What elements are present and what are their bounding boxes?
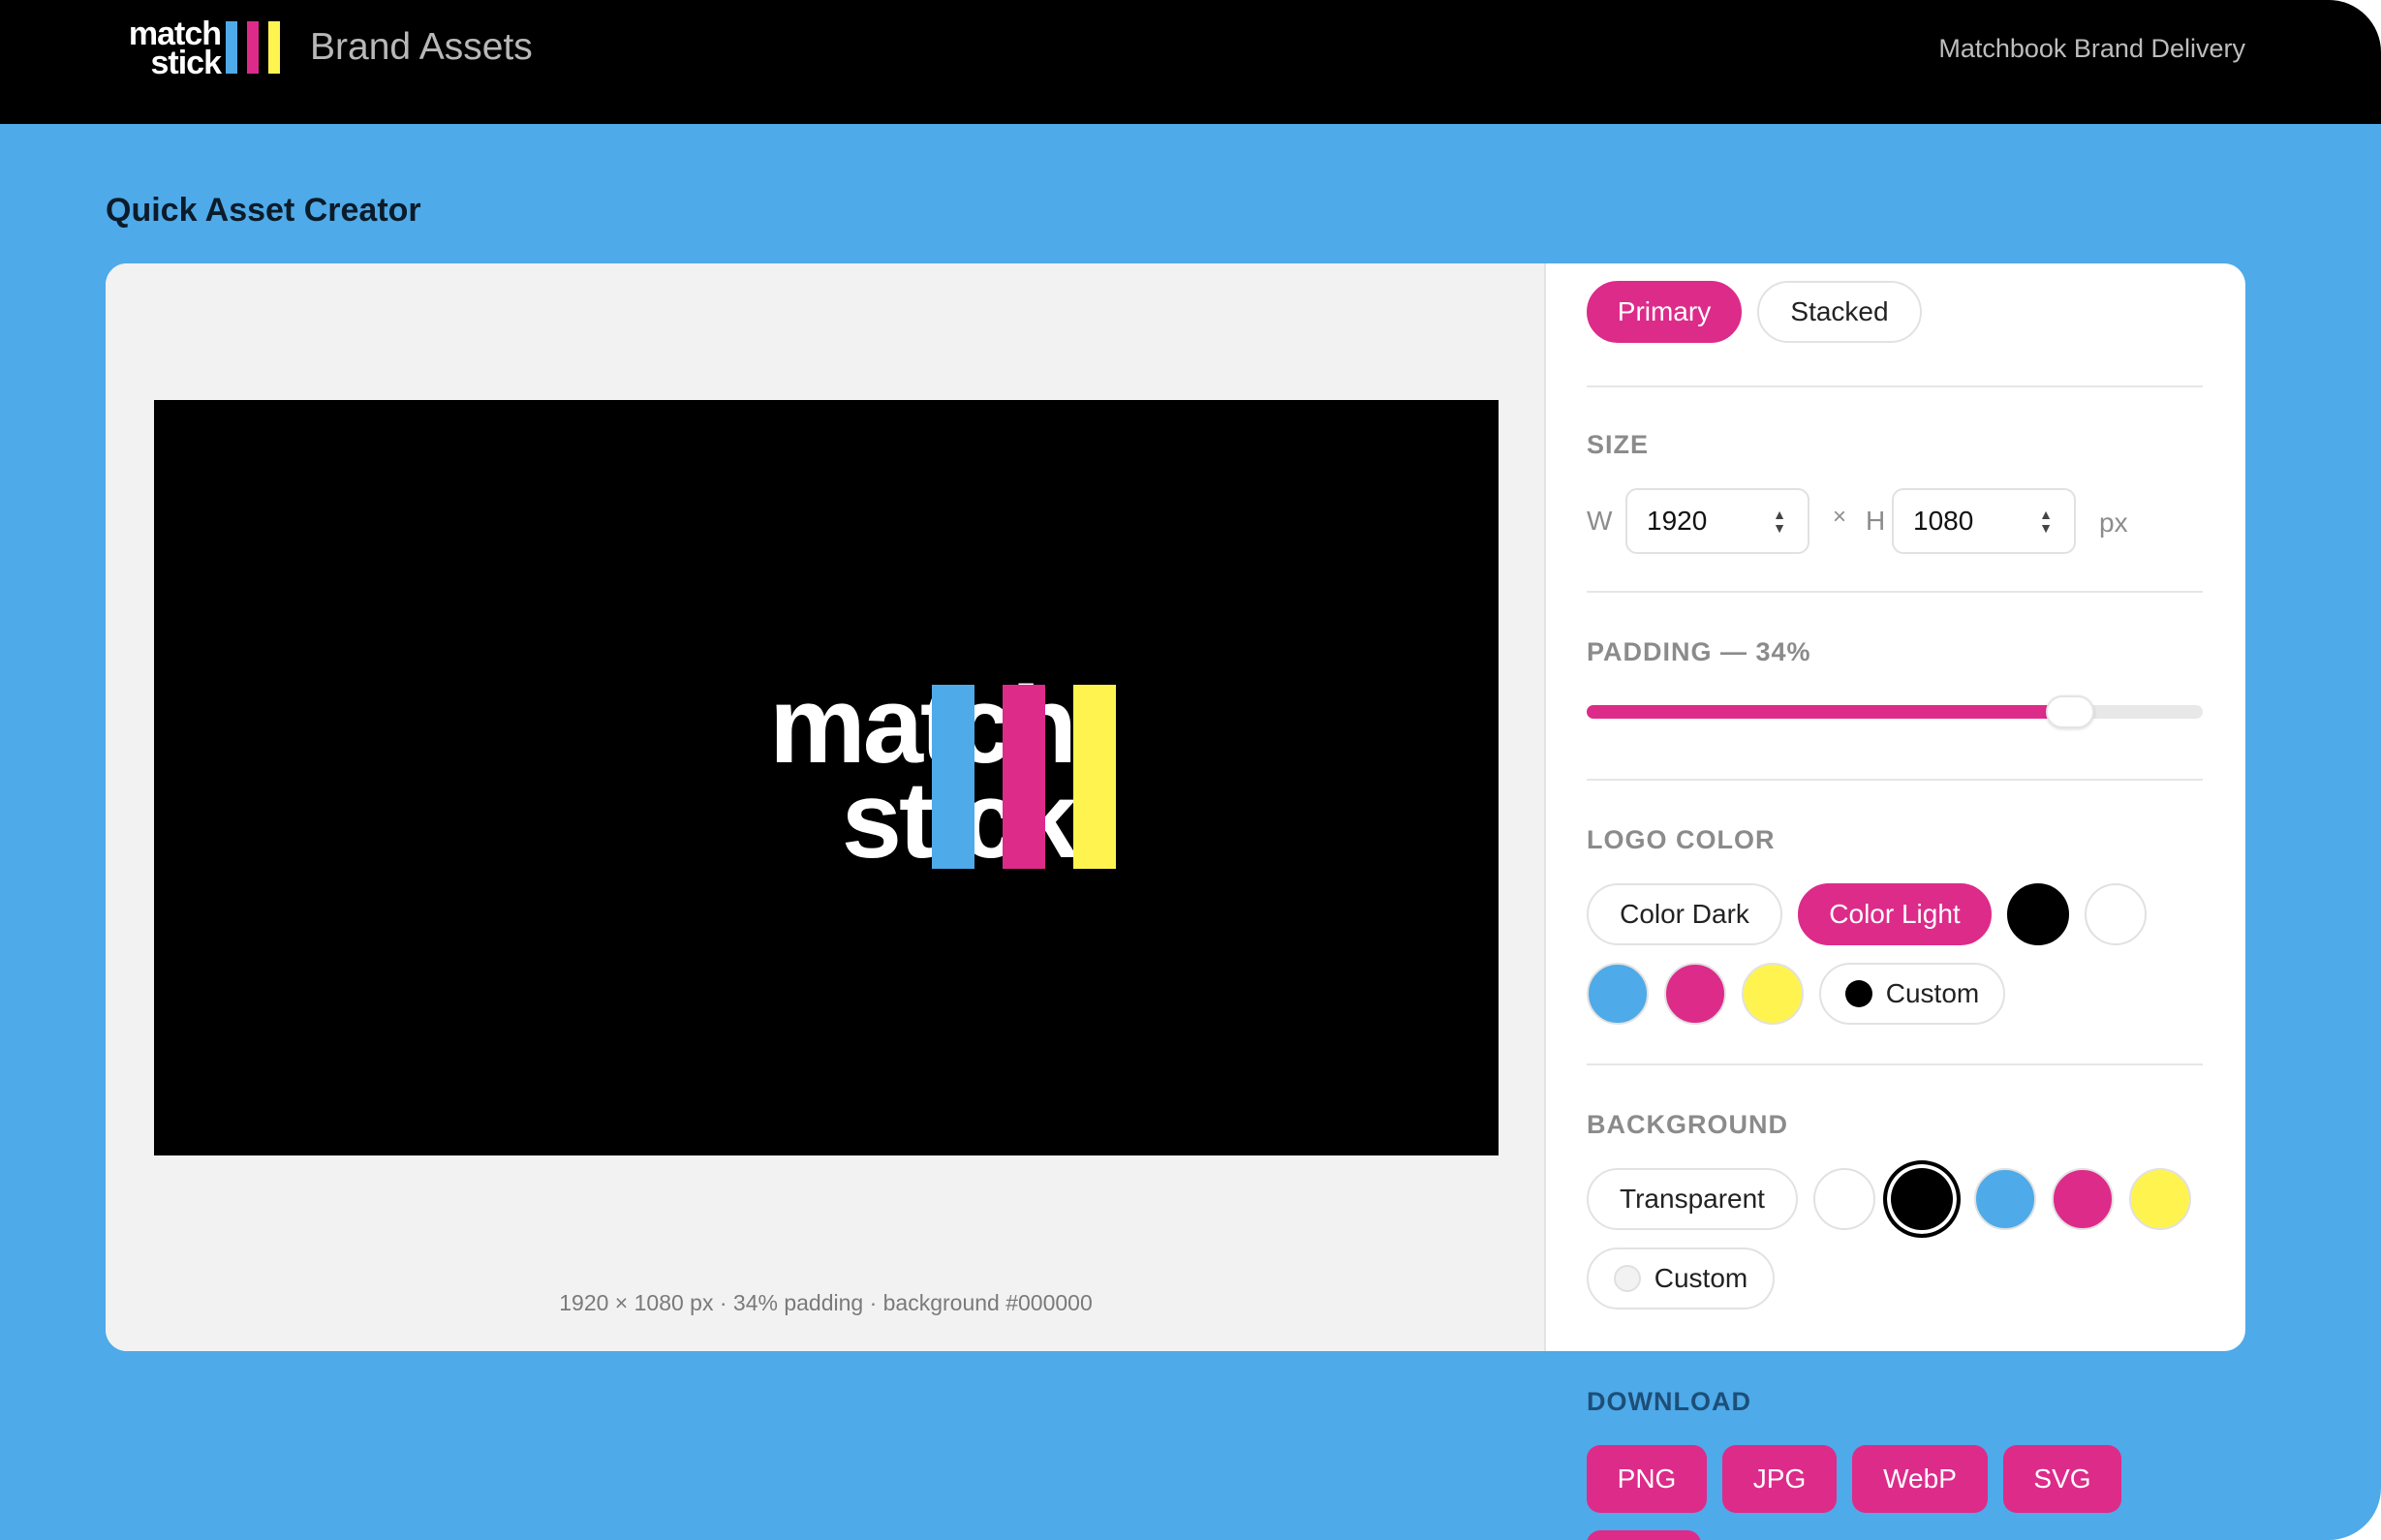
brand-bar-pink <box>247 21 259 74</box>
height-value: 1080 <box>1913 506 1974 536</box>
background-swatch-white[interactable] <box>1813 1168 1875 1230</box>
top-bar: match stick Brand Assets Matchbook Brand… <box>0 0 2381 124</box>
preview-area: match stick 1920 × 1080 px · 34% padding… <box>106 263 1546 1351</box>
background-swatch-pink[interactable] <box>2052 1168 2114 1230</box>
logo-custom-label: Custom <box>1885 978 1980 1008</box>
brand-word-stick: stick <box>150 45 223 81</box>
preview-logo-bars <box>932 685 1116 869</box>
padding-slider-fill <box>1587 705 2071 719</box>
preview-bar-blue <box>932 685 974 869</box>
delivery-label: Matchbook Brand Delivery <box>1938 34 2245 63</box>
tab-stacked[interactable]: Stacked <box>1757 281 1922 343</box>
brand-wordmark: match stick <box>114 17 223 81</box>
padding-slider[interactable] <box>1587 695 2203 728</box>
divider <box>1587 385 2203 387</box>
controls-sidebar: Primary Stacked SIZE W 1920 ▲ ▼ × H 1080 … <box>1587 263 2207 1351</box>
download-svg-button[interactable]: SVG <box>2003 1445 2121 1513</box>
logo-swatch-blue[interactable] <box>1587 963 1649 1025</box>
divider <box>1587 779 2203 781</box>
page-title: Quick Asset Creator <box>106 192 421 229</box>
height-stepper-icon[interactable]: ▲ ▼ <box>2037 508 2055 539</box>
background-custom-color-button[interactable]: Custom <box>1587 1247 1775 1309</box>
background-swatch-black[interactable] <box>1883 1160 1961 1238</box>
background-custom-label: Custom <box>1654 1263 1748 1293</box>
logo-color-dark-button[interactable]: Color Dark <box>1587 883 1782 945</box>
unit-label: px <box>2099 508 2128 538</box>
logo-swatch-yellow[interactable] <box>1742 963 1804 1025</box>
width-label: W <box>1587 506 1613 536</box>
app-title: Brand Assets <box>310 26 533 68</box>
preview-bar-pink <box>1003 685 1045 869</box>
padding-label: PADDING — 34% <box>1587 637 1811 666</box>
preview-canvas: match stick <box>154 400 1499 1155</box>
brand-bar-yellow <box>268 21 280 74</box>
tab-primary[interactable]: Primary <box>1587 281 1742 343</box>
download-label: DOWNLOAD <box>1587 1387 1751 1416</box>
background-swatch-yellow[interactable] <box>2129 1168 2191 1230</box>
logo-color-label: LOGO COLOR <box>1587 825 1776 854</box>
brand-bars-icon <box>226 21 284 74</box>
divider <box>1587 1063 2203 1065</box>
download-png-button[interactable]: PNG <box>1587 1445 1707 1513</box>
custom-color-dot-icon <box>1844 980 1872 1007</box>
logo-swatch-pink[interactable] <box>1664 963 1726 1025</box>
width-stepper-icon[interactable]: ▲ ▼ <box>1771 508 1788 539</box>
custom-color-dot-icon <box>1613 1265 1641 1292</box>
divider <box>1587 591 2203 593</box>
download-jpg-button[interactable]: JPG <box>1722 1445 1837 1513</box>
background-label: BACKGROUND <box>1587 1110 1788 1139</box>
height-input[interactable]: 1080 ▲ ▼ <box>1892 488 2076 554</box>
download-webp-button[interactable]: WebP <box>1852 1445 1988 1513</box>
width-value: 1920 <box>1647 506 1708 536</box>
background-swatch-blue[interactable] <box>1974 1168 2036 1230</box>
preview-caption: 1920 × 1080 px · 34% padding · backgroun… <box>559 1290 1093 1315</box>
preview-bar-yellow <box>1073 685 1116 869</box>
width-input[interactable]: 1920 ▲ ▼ <box>1625 488 1809 554</box>
times-sign: × <box>1833 504 1847 530</box>
padding-slider-thumb[interactable] <box>2046 695 2095 728</box>
logo-swatch-black[interactable] <box>2007 883 2069 945</box>
logo-swatch-white[interactable] <box>2085 883 2147 945</box>
logo-custom-color-button[interactable]: Custom <box>1819 963 2005 1025</box>
download-more-button[interactable] <box>1587 1530 1701 1540</box>
height-label: H <box>1866 506 1886 536</box>
background-transparent-button[interactable]: Transparent <box>1587 1168 1798 1230</box>
size-label: SIZE <box>1587 430 1650 459</box>
brand-bar-blue <box>226 21 237 74</box>
asset-creator-panel: match stick 1920 × 1080 px · 34% padding… <box>106 263 2245 1351</box>
app-window: match stick Brand Assets Matchbook Brand… <box>0 0 2381 1540</box>
logo-color-light-button[interactable]: Color Light <box>1798 883 1992 945</box>
